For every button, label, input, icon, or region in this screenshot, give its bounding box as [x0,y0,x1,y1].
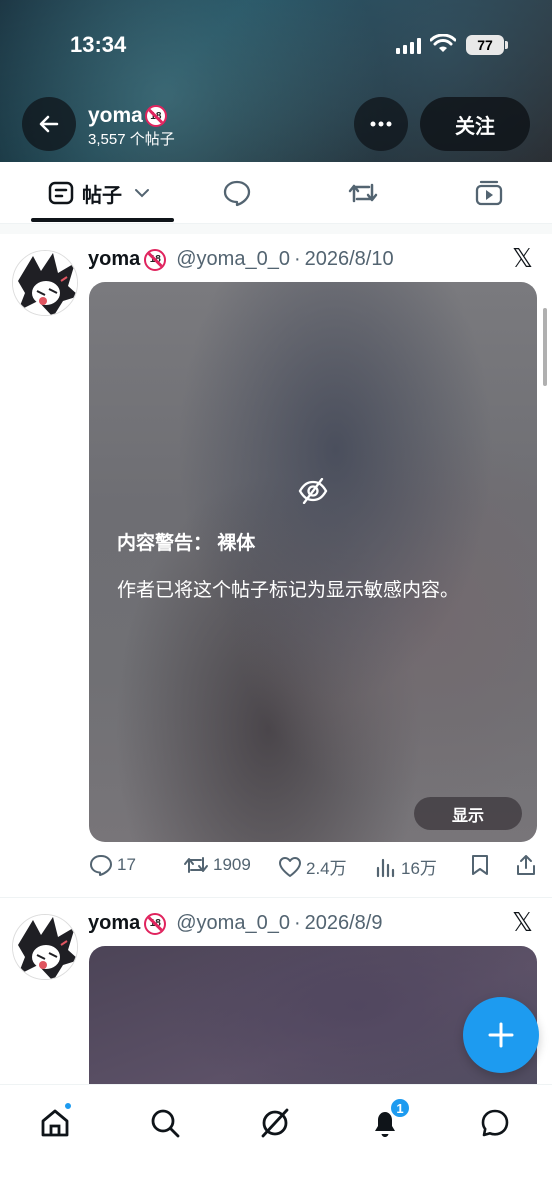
show-media-button[interactable]: 显示 [414,797,522,830]
share-icon [517,855,535,875]
tab-reposts[interactable] [300,162,426,224]
tab-posts-label: 帖子 [82,184,122,207]
profile-name: yoma 18 [88,104,167,128]
view-count: 16万 [401,859,437,878]
profile-name-text: yoma [88,104,143,127]
compose-post-button[interactable] [463,997,539,1073]
post-author-name[interactable]: yoma [88,912,140,935]
posts-icon [48,181,74,205]
bookmark-icon [472,855,488,875]
views-chart-icon [376,858,395,877]
scrollbar[interactable] [543,308,547,386]
avatar[interactable] [12,250,78,316]
tab-replies[interactable] [174,162,300,224]
post-header: yoma 18 @yoma_0_0 · 2026/8/10 [88,248,394,271]
like-count: 2.4万 [306,859,347,878]
post-actions: 17 1909 2.4万 16万 [89,854,544,884]
share-button[interactable] [515,854,537,876]
no-under-18-icon: 18 [144,105,167,127]
nav-home[interactable] [35,1101,75,1143]
post-handle[interactable]: @yoma_0_0 [176,248,290,271]
notification-count-badge: 1 [389,1097,411,1119]
post-date[interactable]: 2026/8/10 [305,248,394,271]
avatar-illustration [13,915,77,979]
heart-icon [279,856,301,877]
repost-icon [348,183,378,203]
post-author-name[interactable]: yoma [88,248,140,271]
video-media-icon [475,180,503,206]
grok-icon [261,1108,289,1138]
profile-tabs: 帖子 [0,162,552,224]
nav-search[interactable] [145,1103,185,1143]
repost-button[interactable]: 1909 [183,854,251,876]
chevron-down-icon [135,189,149,198]
post-count: 3,557 个帖子 [88,131,175,148]
post-date[interactable]: 2026/8/9 [305,912,383,935]
nav-notifications[interactable]: 1 [365,1097,411,1143]
cellular-signal-icon [396,38,421,54]
content-warning-text: 作者已将这个帖子标记为显示敏感内容。 [117,580,460,601]
x-logo-icon: 𝕏 [512,908,533,938]
x-logo-icon: 𝕏 [512,244,533,274]
repost-icon [184,857,208,873]
more-options-button[interactable] [354,97,408,151]
bookmark-button[interactable] [470,854,490,876]
no-under-18-icon: 18 [144,912,167,935]
content-warning-title: 内容警告： 裸体 [117,533,256,554]
chat-icon [481,1109,509,1137]
home-unread-dot [63,1101,73,1111]
avatar-illustration [13,251,77,315]
plus-icon [488,1022,514,1048]
reply-count: 17 [117,855,136,874]
reply-icon [90,855,112,876]
repost-count: 1909 [213,855,251,874]
no-under-18-icon: 18 [144,248,167,271]
nav-grok[interactable] [255,1103,295,1143]
wifi-icon [430,34,456,52]
avatar[interactable] [12,914,78,980]
reply-button[interactable]: 17 [89,854,136,876]
meta-separator: · [293,248,301,270]
home-icon [41,1109,69,1137]
post-card[interactable]: yoma 18 @yoma_0_0 · 2026/8/10 𝕏 内容警告： 裸体… [0,234,552,898]
eye-off-icon [298,478,328,504]
battery-indicator: 77 [466,35,508,55]
reply-bubble-icon [223,180,251,207]
sensitive-media[interactable]: 内容警告： 裸体 作者已将这个帖子标记为显示敏感内容。 显示 [89,282,537,842]
arrow-left-icon [39,115,59,133]
more-horizontal-icon [370,121,392,127]
section-divider [0,224,552,234]
views-button[interactable]: 16万 [375,854,437,879]
status-time: 13:34 [70,32,127,57]
bottom-navigation: 1 [0,1084,552,1200]
back-button[interactable] [22,97,76,151]
meta-separator: · [293,912,301,934]
nav-messages[interactable] [475,1103,515,1143]
post-header: yoma 18 @yoma_0_0 · 2026/8/9 [88,912,382,935]
tab-media[interactable] [426,162,552,224]
tab-posts[interactable]: 帖子 [0,162,174,224]
active-tab-indicator [31,218,174,222]
search-icon [151,1109,180,1138]
follow-button[interactable]: 关注 [420,97,530,151]
post-handle[interactable]: @yoma_0_0 [176,912,290,935]
profile-header: 13:34 77 yoma 18 3,557 个帖子 关注 [0,0,552,162]
status-bar: 13:34 77 [0,0,552,90]
like-button[interactable]: 2.4万 [278,854,347,879]
